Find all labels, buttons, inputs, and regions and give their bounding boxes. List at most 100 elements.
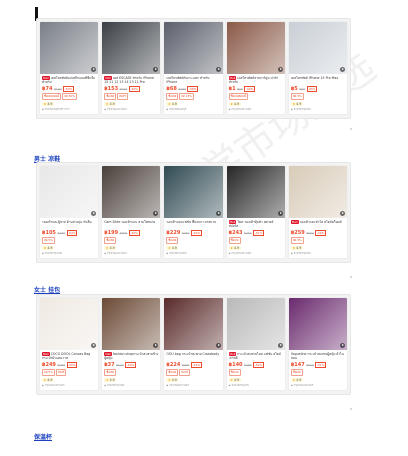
product-image[interactable] bbox=[226, 298, 285, 350]
product-card[interactable]: Vogueline กระเป๋าสะพายผู้หญิง ผ้าไนล่อน฿… bbox=[287, 297, 349, 391]
product-price: ฿229 bbox=[166, 229, 181, 236]
product-card[interactable]: Mall COCO DOOL Canvas Bag กระเป๋าผ้าแคนวา… bbox=[39, 297, 100, 391]
product-image[interactable] bbox=[288, 22, 348, 74]
product-price: ฿105 bbox=[42, 229, 56, 236]
play-icon[interactable] bbox=[215, 67, 221, 72]
voucher-chip[interactable]: ลด 15% bbox=[179, 93, 194, 100]
product-card[interactable]: เคสโทรศัพท์กันกระแทก สำหรับ iPhone ฿68 ฿16… bbox=[163, 21, 224, 115]
product-card[interactable]: OOU bag กระเป๋าสะพาย Crossbody ฿224 ฿390 -4… bbox=[163, 297, 224, 391]
product-title[interactable]: Mall เคสโทรศัพท์ลายการ์ตูน น่ารัก สำหรับ bbox=[228, 76, 283, 84]
voucher-chip[interactable]: ส่งฟรี bbox=[117, 93, 128, 100]
product-card[interactable]: Mall fashion shopกระเป๋าสะพายข้าง ผู้หญิง… bbox=[101, 297, 162, 391]
product-title[interactable]: เคสโทรศัพท์กันกระแทก สำหรับ iPhone bbox=[166, 76, 220, 84]
voucher-chip[interactable]: ซื้อเลย bbox=[228, 237, 241, 244]
play-icon[interactable] bbox=[153, 211, 159, 216]
voucher-chip[interactable]: ลด 5% bbox=[290, 237, 304, 244]
section-title-thermos-cup[interactable]: 保温杯 bbox=[34, 432, 52, 441]
product-title[interactable]: รองเท้าแตะแฟชั่น พื้นหนา เบาสบาย bbox=[166, 220, 220, 228]
price-row: ฿259 ฿590 -56% bbox=[291, 229, 345, 236]
play-icon[interactable] bbox=[91, 211, 97, 216]
rating-value: 4.9 bbox=[109, 245, 115, 250]
product-card[interactable]: Mall เคสโทรศัพท์แม่เหล็กแบบพีซีแข็งสำหรับ… bbox=[39, 21, 100, 115]
voucher-chip[interactable]: ซื้อเลย bbox=[104, 93, 117, 100]
product-image[interactable] bbox=[164, 298, 223, 350]
product-image[interactable] bbox=[164, 166, 223, 218]
voucher-chip[interactable]: ส่งฟรี bbox=[55, 369, 67, 376]
original-price: ฿280 bbox=[244, 362, 252, 367]
product-title[interactable]: Mall กระเป๋าสะพายไหล่ แฟชั่น สไตล์เกาหลี bbox=[228, 352, 283, 360]
price-row: ฿199 ฿390 -49% bbox=[104, 229, 158, 236]
voucher-chip[interactable]: ลด 5% bbox=[42, 369, 55, 376]
product-title[interactable]: Mall เคส ESCASE สำหรับ iPhone 15 11 12 13… bbox=[104, 76, 158, 84]
play-icon[interactable] bbox=[340, 67, 346, 72]
product-image[interactable] bbox=[288, 166, 348, 218]
product-card[interactable]: Mall เคสโทรศัพท์ลายการ์ตูน น่ารัก สำหรับ฿… bbox=[225, 21, 286, 115]
voucher-chip[interactable]: ซื้อเลย bbox=[166, 369, 179, 376]
voucher-chip[interactable]: ซื้อเลย bbox=[290, 369, 303, 376]
product-card[interactable]: Mall เคส ESCASE สำหรับ iPhone 15 11 12 13… bbox=[101, 21, 162, 115]
play-icon[interactable] bbox=[277, 211, 283, 216]
product-title[interactable]: OOU bag กระเป๋าสะพาย Crossbody bbox=[166, 352, 220, 360]
voucher-chip[interactable]: ลด 5% bbox=[42, 237, 55, 244]
product-image[interactable] bbox=[164, 22, 223, 74]
play-icon[interactable] bbox=[215, 343, 221, 348]
voucher-chip[interactable]: ซื้อเลย bbox=[104, 369, 117, 376]
product-card[interactable]: Cam Slide รองเท้าแตะ สวมใสสบาย ฿199 ฿390 -4… bbox=[101, 165, 162, 259]
product-title[interactable]: Mall รองเท้าแตะหัวโต สไตล์คร็อคส์ bbox=[290, 220, 345, 228]
play-icon[interactable] bbox=[91, 343, 97, 348]
voucher-chip[interactable]: ซื้อเลย bbox=[166, 237, 179, 244]
location-text: กรุงเทพมหานคร bbox=[293, 383, 314, 387]
product-card[interactable]: Mall Tavi รองเท้าหุ้มหัว สตายล์สปอร์ต ฿243… bbox=[225, 165, 286, 259]
location-pin-icon: ● bbox=[104, 252, 106, 255]
product-image[interactable] bbox=[40, 298, 99, 350]
shop-location: ● จังหวัดกรุงเทพ bbox=[42, 251, 96, 256]
voucher-chip[interactable]: ซื้อเลย bbox=[166, 93, 179, 100]
discount-badge: -99% bbox=[244, 85, 256, 92]
voucher-chip[interactable]: ซื้อเลยตอนนี้ bbox=[228, 93, 248, 100]
product-title[interactable]: Mall COCO DOOL Canvas Bag กระเป๋าผ้าแคนวา… bbox=[42, 352, 96, 360]
product-image[interactable] bbox=[40, 22, 99, 74]
play-icon[interactable] bbox=[91, 67, 97, 72]
product-image[interactable] bbox=[226, 166, 285, 218]
play-icon[interactable] bbox=[340, 343, 346, 348]
voucher-chip[interactable]: ซื้อเลย bbox=[228, 369, 241, 376]
play-icon[interactable] bbox=[277, 343, 283, 348]
play-icon[interactable] bbox=[277, 67, 283, 72]
voucher-chip[interactable]: ซื้อเลยตอนนี้ bbox=[42, 93, 62, 100]
rating-badge: ★ 4.9 bbox=[228, 377, 241, 382]
product-card[interactable]: รองเท้าแตะแฟชั่น พื้นหนา เบาสบาย ฿229 ฿450… bbox=[163, 165, 224, 259]
product-title[interactable]: เคสโทรศัพท์ iPhone 15 Pro Max bbox=[291, 76, 345, 84]
product-card[interactable]: Mall กระเป๋าสะพายไหล่ แฟชั่น สไตล์เกาหลี฿… bbox=[225, 297, 286, 391]
voucher-chip[interactable]: ลด 5% bbox=[290, 93, 304, 100]
product-image[interactable] bbox=[40, 166, 99, 218]
product-card[interactable]: เคสโทรศัพท์ iPhone 15 Pro Max ฿5 ฿99 -95% ลด… bbox=[287, 21, 349, 115]
product-title[interactable]: Mall fashion shopกระเป๋าสะพายข้าง ผู้หญิง bbox=[104, 352, 158, 360]
product-card[interactable]: รองเท้าแตะผู้ชาย ด้านล่างนุ่ม กันลื่น ฿10… bbox=[39, 165, 100, 259]
product-title[interactable]: รองเท้าแตะผู้ชาย ด้านล่างนุ่ม กันลื่น bbox=[42, 220, 96, 228]
product-card[interactable]: Mall รองเท้าแตะหัวโต สไตล์คร็อคส์ ฿259 ฿590… bbox=[287, 165, 349, 259]
star-icon: ★ bbox=[167, 245, 171, 250]
star-icon: ★ bbox=[167, 377, 171, 382]
play-icon[interactable] bbox=[153, 343, 159, 348]
product-image[interactable] bbox=[102, 22, 161, 74]
voucher-chip[interactable]: ส่งฟรี bbox=[179, 369, 190, 376]
product-title-text: กระเป๋าสะพายไหล่ แฟชั่น สไตล์เกาหลี bbox=[228, 352, 281, 360]
product-image[interactable] bbox=[102, 166, 161, 218]
section-title-women-bags[interactable]: 女士 挂包 bbox=[34, 285, 60, 294]
price-row: ฿1 ฿99 -99% bbox=[229, 85, 283, 92]
play-icon[interactable] bbox=[153, 67, 159, 72]
original-price: ฿390 bbox=[181, 362, 190, 367]
voucher-chip[interactable]: ลด 50% bbox=[62, 93, 77, 100]
product-title[interactable]: Mall Tavi รองเท้าหุ้มหัว สตายล์สปอร์ต bbox=[228, 220, 283, 228]
product-price: ฿224 bbox=[166, 361, 181, 368]
play-icon[interactable] bbox=[340, 211, 346, 216]
scroll-dot bbox=[350, 408, 352, 410]
play-icon[interactable] bbox=[215, 211, 221, 216]
product-title[interactable]: Cam Slide รองเท้าแตะ สวมใสสบาย bbox=[104, 220, 158, 228]
voucher-chip[interactable]: ซื้อเลย bbox=[104, 237, 117, 244]
product-title[interactable]: Vogueline กระเป๋าสะพายผู้หญิง ผ้าไนล่อน bbox=[291, 352, 345, 360]
product-title[interactable]: Mall เคสโทรศัพท์แม่เหล็กแบบพีซีแข็งสำหรับ bbox=[42, 76, 96, 84]
product-image[interactable] bbox=[288, 298, 348, 350]
product-image[interactable] bbox=[226, 22, 285, 74]
product-image[interactable] bbox=[102, 298, 161, 350]
